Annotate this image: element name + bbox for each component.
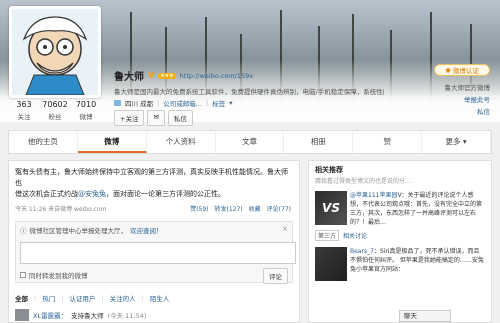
comment-time: (今天 11:54) xyxy=(107,312,147,320)
favorite-button[interactable]: 收藏 xyxy=(249,204,261,213)
info-icon: ⓘ xyxy=(20,227,27,235)
like-button[interactable]: 赞(59) xyxy=(190,204,208,213)
post-text: 冤有头债有主，鲁大师始终保持中立客观的第三方评测，真实反映手机性能情况。鲁大师也… xyxy=(15,168,288,198)
post-detail: 冤有头债有主，鲁大师始终保持中立客观的第三方评测，真实反映手机性能情况。鲁大师也… xyxy=(8,160,300,323)
mail-icon-button[interactable]: ✉ xyxy=(147,110,165,126)
recommendation-meta: 第三方 相关讨论 xyxy=(309,227,491,241)
profile-url[interactable]: http://weibo.com/159x xyxy=(180,72,253,80)
filter-all[interactable]: 全部 xyxy=(15,293,28,303)
sidebar-subtitle: 猜我看过得类型博文的也是说的分… xyxy=(315,178,412,185)
profile-name: 鲁大师 xyxy=(114,72,144,83)
filter-hot[interactable]: 热门 xyxy=(42,293,55,303)
follow-button[interactable]: +关注 xyxy=(114,110,145,126)
verified-icon: V xyxy=(148,71,155,80)
stat-posts[interactable]: 7010 微博 xyxy=(71,100,101,121)
name-row: 鲁大师 V ★★★ http://weibo.com/159x xyxy=(114,68,253,83)
recommendation-author[interactable]: Bears_7 xyxy=(350,248,374,255)
comment-filter: 全部 | 热门 | 认证用户 | 关注的人 | 陌生人 xyxy=(15,293,170,303)
profile-actions: +关注 ✉ 私信 xyxy=(114,110,193,126)
comment-avatar[interactable] xyxy=(15,309,29,321)
post-meta: 今天 11:26 来自微博 weibo.com 赞(59) 转发(127) 收藏… xyxy=(9,200,299,213)
comment-notice: ⓘ 微博社区管理中心举报处理大厅， 欢迎查阅！ xyxy=(20,225,163,235)
cert-description: 鲁大师官方微博 xyxy=(444,84,491,92)
secret-message-link[interactable]: 私信 xyxy=(477,106,490,116)
comment-box: ⓘ 微博社区管理中心举报处理大厅， 欢迎查阅！ × 同时转发到我的微博 评论 xyxy=(15,221,296,284)
tags-link[interactable]: 标签 xyxy=(212,98,225,108)
filter-strangers[interactable]: 陌生人 xyxy=(150,293,170,303)
comment-input[interactable] xyxy=(20,242,296,264)
avatar[interactable] xyxy=(9,6,101,98)
recommendation-thumbnail[interactable] xyxy=(315,247,347,281)
vip-badge-icon[interactable]: ★★★ xyxy=(158,72,176,79)
location: 四川 成都 xyxy=(125,100,154,108)
recommendation-author[interactable]: @苹果111苹果园 xyxy=(350,192,397,199)
vs-thumbnail[interactable]: VS xyxy=(315,191,347,225)
mention-link[interactable]: @安兔兔 xyxy=(78,190,106,198)
profile-header: 363 关注 70602 粉丝 7010 微博 鲁大师 V ★★★ http:/… xyxy=(0,6,500,130)
comment-author[interactable]: XL雷霆霸： xyxy=(33,310,67,320)
sidebar-title: 相关推荐 xyxy=(315,166,343,174)
repost-checkbox-row: 同时转发到我的微博 xyxy=(20,270,88,280)
tab-likes[interactable]: 赞 xyxy=(353,131,423,153)
topic-badge[interactable]: 第三方 xyxy=(315,230,340,241)
stat-following[interactable]: 363 关注 xyxy=(9,100,39,121)
stat-followers[interactable]: 70602 粉丝 xyxy=(40,100,70,121)
post-time[interactable]: 今天 11:26 来自微博 weibo.com xyxy=(15,204,106,213)
chevron-down-icon[interactable]: ▾ xyxy=(229,99,232,107)
company-link[interactable]: 公司或邮箱... xyxy=(163,98,202,108)
submit-comment-button[interactable]: 评论 xyxy=(263,268,288,284)
comment-text: 支持鲁大师 xyxy=(71,312,104,320)
tab-home[interactable]: 他的主页 xyxy=(9,131,78,153)
comment-row: XL雷霆霸： 支持鲁大师 (今天 11:54) xyxy=(15,309,293,321)
profile-tags: 四川 成都 | 公司或邮箱... | 标签 ▾ xyxy=(114,98,232,108)
weibo-certification-badge[interactable]: ◉ 微博认证 xyxy=(434,64,490,76)
tab-profile[interactable]: 个人资料 xyxy=(147,131,216,153)
weibo-logo-icon: ◉ xyxy=(445,66,451,74)
profile-stats: 363 关注 70602 粉丝 7010 微博 xyxy=(9,100,101,121)
chat-button[interactable]: 聊天 xyxy=(399,310,451,322)
tab-album[interactable]: 相册 xyxy=(284,131,354,153)
filter-verified[interactable]: 认证用户 xyxy=(69,293,95,303)
comment-button[interactable]: 评论(77) xyxy=(267,204,291,213)
tab-articles[interactable]: 文章 xyxy=(216,131,285,153)
notice-link[interactable]: 欢迎查阅！ xyxy=(130,225,163,235)
related-recommendations: 相关推荐 猜我看过得类型博文的也是说的分… VS @苹果111苹果园V：关于最近… xyxy=(308,160,492,323)
location-icon xyxy=(114,100,121,106)
profile-bio: 鲁大师是国内最大的免费系统工具软件，免费提供硬件真伪辨别，电脑/手机稳定保障，系… xyxy=(114,88,384,96)
close-icon[interactable]: × xyxy=(282,225,288,233)
message-button[interactable]: 私信 xyxy=(167,110,193,126)
profile-nav: 他的主页 微博 个人资料 文章 相册 赞 更多 ▾ xyxy=(8,130,492,154)
tab-more[interactable]: 更多 ▾ xyxy=(422,131,492,153)
tab-weibo[interactable]: 微博 xyxy=(77,131,147,153)
filter-following[interactable]: 关注的人 xyxy=(110,293,136,303)
recommendation-item[interactable]: Bears_7：Siri真是极品了，死不承认错误，而且不惧怕任何纠评。 但苹果是… xyxy=(309,241,491,281)
repost-button[interactable]: 转发(127) xyxy=(215,204,243,213)
post-actions: 赞(59) 转发(127) 收藏 评论(77) xyxy=(190,204,291,213)
report-link[interactable]: 举报此号 xyxy=(464,94,490,104)
related-discussion-link[interactable]: 相关讨论 xyxy=(343,231,367,240)
recommendation-item[interactable]: VS @苹果111苹果园V：关于最近的评论说个人感想，不代表公司观点哦：首先，没… xyxy=(309,185,491,227)
repost-checkbox[interactable] xyxy=(20,272,26,278)
